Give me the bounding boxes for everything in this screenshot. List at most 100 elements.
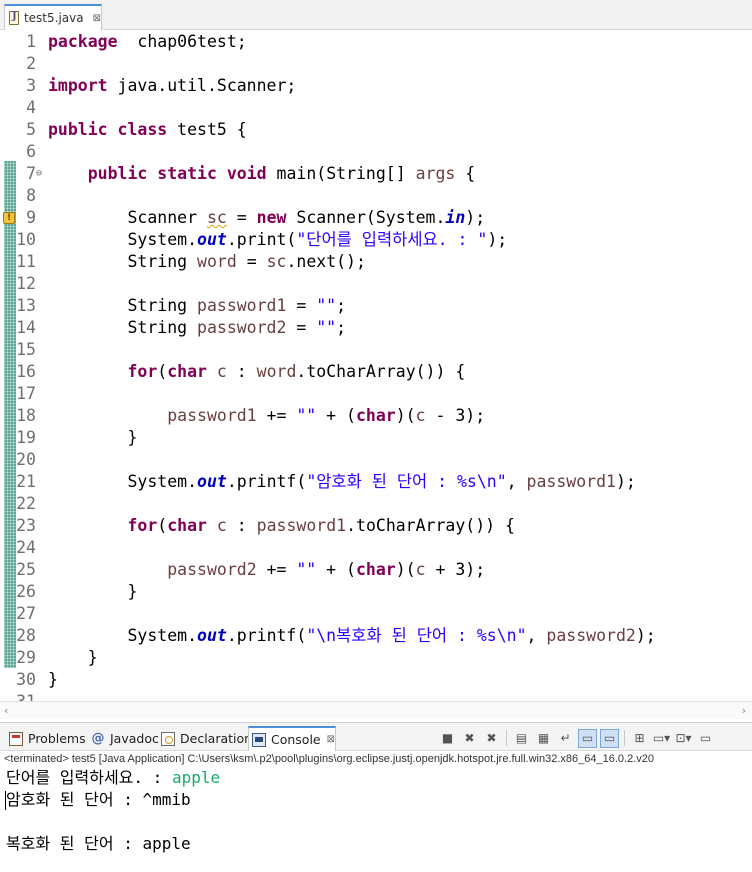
code-token: public bbox=[87, 164, 148, 183]
remove-all-launches-icon[interactable]: ✖ bbox=[482, 729, 501, 748]
code-token: public bbox=[48, 120, 108, 139]
code-token: : bbox=[226, 362, 257, 381]
code-token: String bbox=[48, 318, 198, 337]
remove-launch-icon[interactable]: ✖ bbox=[460, 729, 479, 748]
code-line[interactable]: 29 } bbox=[0, 647, 752, 669]
line-number: 12 bbox=[16, 274, 36, 293]
code-line[interactable]: 4 bbox=[0, 97, 752, 119]
code-line[interactable]: 12 bbox=[0, 273, 752, 295]
code-token: c bbox=[216, 362, 227, 381]
code-line[interactable]: 28 System.out.printf("\n복호화 된 단어 : %s\n"… bbox=[0, 625, 752, 647]
scroll-left-icon[interactable]: ‹ bbox=[4, 704, 8, 717]
code-line[interactable]: 26 } bbox=[0, 581, 752, 603]
line-number: 4 bbox=[26, 98, 36, 117]
code-text: for(char c : word.toCharArray()) { bbox=[48, 361, 465, 383]
code-line[interactable]: 9 Scanner sc = new Scanner(System.in); bbox=[0, 207, 752, 229]
code-token: Scanner bbox=[48, 208, 207, 227]
editor-tab-test5[interactable]: test5.java ⊠ bbox=[4, 4, 102, 30]
tab-console[interactable]: Console ⊠ bbox=[248, 726, 336, 751]
code-token: ); bbox=[487, 230, 508, 249]
console-output[interactable]: 단어를 입력하세요. : apple 암호화 된 단어 : ^mmib 복호화 … bbox=[0, 767, 752, 872]
code-line[interactable]: 16 for(char c : word.toCharArray()) { bbox=[0, 361, 752, 383]
code-line[interactable]: 23 for(char c : password1.toCharArray())… bbox=[0, 515, 752, 537]
line-number: 6 bbox=[26, 142, 36, 161]
code-text: package chap06test; bbox=[48, 31, 247, 53]
open-console-icon[interactable]: ⊡▾ bbox=[674, 729, 693, 748]
tab-declaration-label: Declaration bbox=[180, 731, 253, 746]
code-line[interactable]: 19 } bbox=[0, 427, 752, 449]
line-number: 7 bbox=[26, 164, 36, 183]
code-line[interactable]: 8 bbox=[0, 185, 752, 207]
code-line[interactable]: 6 bbox=[0, 141, 752, 163]
tab-declaration[interactable]: Declaration bbox=[158, 726, 252, 751]
scroll-lock-icon[interactable]: ▦ bbox=[534, 729, 553, 748]
console-line-decrypted: 복호화 된 단어 : apple bbox=[6, 834, 191, 853]
horizontal-scrollbar[interactable]: ‹ › bbox=[0, 701, 752, 719]
line-number: 14 bbox=[16, 318, 36, 337]
display-console-icon[interactable]: ▭▾ bbox=[652, 729, 671, 748]
code-line[interactable]: 18 password1 += "" + (char)(c - 3); bbox=[0, 405, 752, 427]
code-line[interactable]: 10 System.out.print("단어를 입력하세요. : "); bbox=[0, 229, 752, 251]
tab-javadoc[interactable]: @ Javadoc bbox=[88, 726, 159, 751]
line-number: 20 bbox=[16, 450, 36, 469]
show-on-stdout-icon[interactable]: ▭ bbox=[578, 728, 597, 748]
code-line[interactable]: 15 bbox=[0, 339, 752, 361]
code-token: = bbox=[286, 318, 317, 337]
console-line-encrypted: 암호화 된 단어 : ^mmib bbox=[6, 790, 191, 809]
code-token: + ( bbox=[316, 560, 356, 579]
code-line[interactable]: 25 password2 += "" + (char)(c + 3); bbox=[0, 559, 752, 581]
code-line[interactable]: 30} bbox=[0, 669, 752, 691]
code-line[interactable]: 2 bbox=[0, 53, 752, 75]
fold-toggle-icon[interactable]: ⊖ bbox=[36, 163, 42, 185]
code-token: sc bbox=[266, 252, 287, 271]
code-line[interactable]: 1 package chap06test; bbox=[0, 31, 752, 53]
pin-console-icon[interactable]: ⊞ bbox=[630, 729, 649, 748]
code-token: main(String[] bbox=[266, 164, 416, 183]
console-close-icon[interactable]: ⊠ bbox=[327, 734, 335, 745]
problems-icon bbox=[9, 731, 23, 746]
code-line[interactable]: 22 bbox=[0, 493, 752, 515]
code-token: for bbox=[127, 516, 158, 535]
scroll-right-icon[interactable]: › bbox=[742, 704, 746, 717]
code-line[interactable]: 27 bbox=[0, 603, 752, 625]
code-line[interactable]: 17 bbox=[0, 383, 752, 405]
line-number: 22 bbox=[16, 494, 36, 513]
code-line[interactable]: 5 public class test5 { bbox=[0, 119, 752, 141]
code-token: password1 bbox=[197, 296, 287, 315]
show-on-stderr-icon[interactable]: ▭ bbox=[600, 728, 619, 748]
code-token: password2 bbox=[197, 318, 287, 337]
code-text: System.out.print("단어를 입력하세요. : "); bbox=[48, 229, 507, 251]
line-number: 24 bbox=[16, 538, 36, 557]
code-token: "단어를 입력하세요. : " bbox=[296, 230, 488, 249]
code-text: import java.util.Scanner; bbox=[48, 75, 296, 97]
code-line[interactable]: 24 bbox=[0, 537, 752, 559]
code-token: out bbox=[197, 472, 227, 491]
code-token: - 3); bbox=[425, 406, 486, 425]
minimize-icon[interactable]: ▭ bbox=[696, 729, 715, 748]
code-token: import bbox=[48, 76, 108, 95]
close-icon[interactable]: ⊠ bbox=[93, 13, 101, 24]
code-line[interactable]: 3 import java.util.Scanner; bbox=[0, 75, 752, 97]
clear-console-icon[interactable]: ▤ bbox=[512, 729, 531, 748]
code-line[interactable]: 20 bbox=[0, 449, 752, 471]
line-number: 28 bbox=[16, 626, 36, 645]
code-line[interactable]: 7 ⊖ public static void main(String[] args… bbox=[0, 163, 752, 185]
word-wrap-icon[interactable]: ↵ bbox=[556, 729, 575, 748]
code-line[interactable]: 13 String password1 = ""; bbox=[0, 295, 752, 317]
code-token: word bbox=[197, 252, 237, 271]
line-number: 15 bbox=[16, 340, 36, 359]
code-token: class bbox=[117, 120, 168, 139]
code-token: password1 bbox=[256, 516, 347, 535]
code-line[interactable]: 14 String password2 = ""; bbox=[0, 317, 752, 339]
console-process-label: <terminated> test5 [Java Application] C:… bbox=[4, 753, 654, 765]
tab-problems[interactable]: Problems bbox=[6, 726, 86, 751]
code-line[interactable]: 11 String word = sc.next(); bbox=[0, 251, 752, 273]
code-token: , bbox=[526, 626, 547, 645]
terminate-icon[interactable]: ■ bbox=[438, 729, 457, 748]
code-line[interactable]: 21 System.out.printf("암호화 된 단어 : %s\n", … bbox=[0, 471, 752, 493]
code-token: .toCharArray()) { bbox=[346, 516, 515, 535]
code-token: "" bbox=[316, 296, 337, 315]
code-editor[interactable]: ! 1 package chap06test; 2 3 import java.util… bbox=[0, 31, 752, 702]
code-token: ( bbox=[157, 362, 168, 381]
